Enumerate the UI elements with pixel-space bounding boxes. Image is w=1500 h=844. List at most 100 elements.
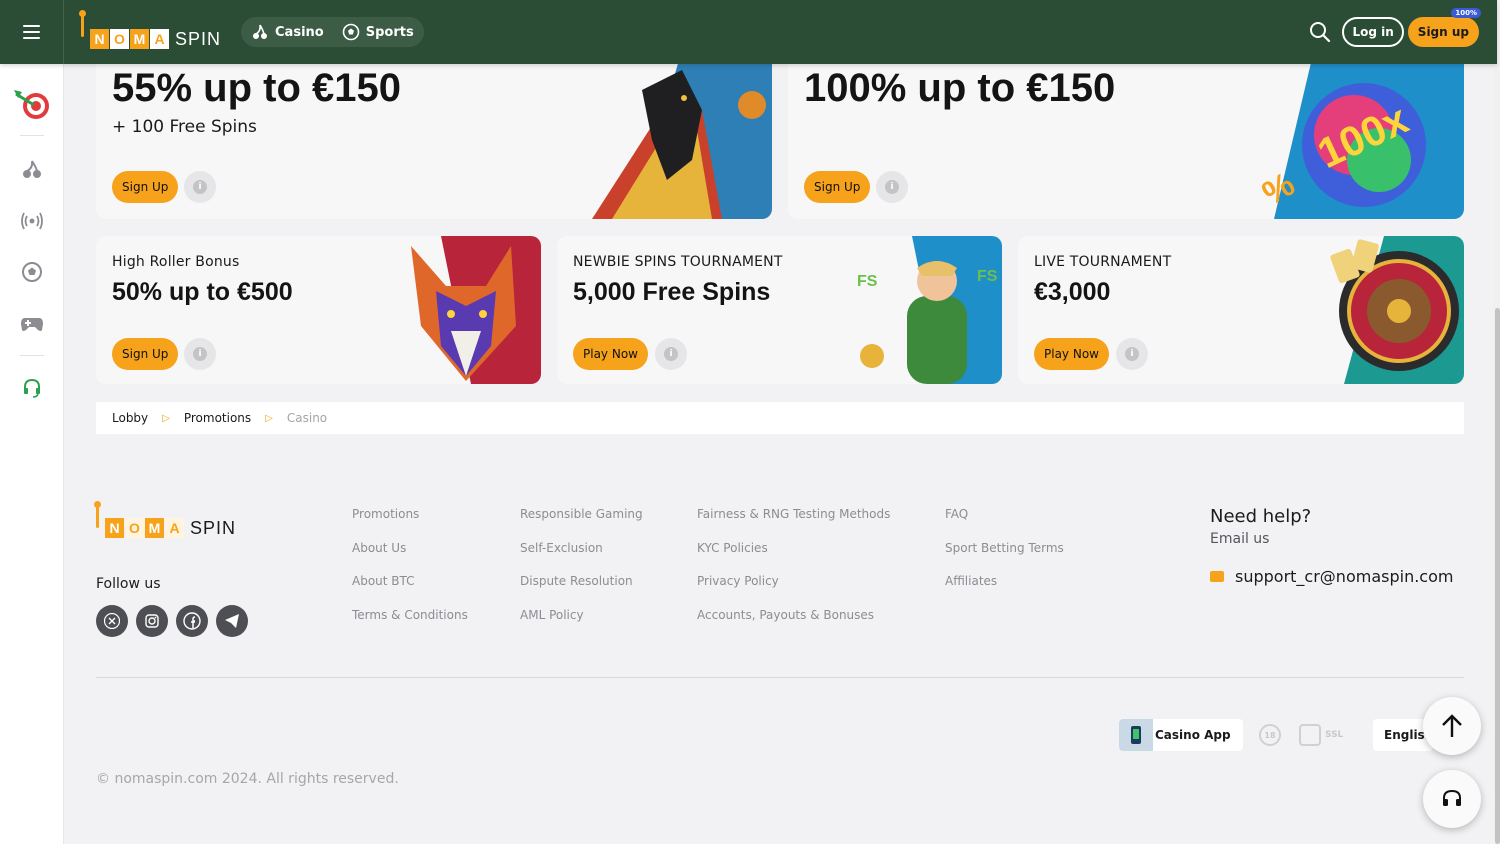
nav-sports-label: Sports (365, 24, 414, 40)
promo-title: 5,000 Free Spins (573, 278, 771, 306)
gamepad-icon (21, 318, 43, 331)
breadcrumb-casino: Casino (286, 411, 328, 425)
help-title: Need help? (1210, 506, 1312, 527)
footer-link[interactable]: FAQ (945, 506, 1064, 540)
info-icon: i (193, 180, 207, 194)
menu-button[interactable] (0, 0, 64, 64)
info-button[interactable]: i (184, 171, 216, 203)
promo-card[interactable]: LIVE TOURNAMENT €3,000 Play Now i (1018, 236, 1464, 384)
footer-column: Promotions About Us About BTC Terms & Co… (352, 506, 468, 640)
signup-button[interactable]: Sign up 100% (1407, 8, 1481, 47)
footer-link[interactable]: Terms & Conditions (352, 607, 468, 641)
sidebar-item-live[interactable] (0, 210, 64, 232)
sidebar-item-support[interactable] (0, 378, 64, 398)
info-icon: i (664, 347, 678, 361)
info-icon: i (1125, 347, 1139, 361)
casino-app-button[interactable]: Casino App (1119, 719, 1243, 751)
footer-link[interactable]: Dispute Resolution (520, 573, 643, 607)
footer-link[interactable]: Affiliates (945, 573, 1064, 607)
logo-letter: N (90, 29, 109, 49)
breadcrumb: Lobby ▷ Promotions ▷ Casino (96, 402, 1464, 434)
nav-casino[interactable]: Casino (251, 23, 324, 41)
breadcrumb-separator-icon: ▷ (265, 412, 273, 424)
telegram-link[interactable] (216, 605, 248, 637)
page-scrollbar[interactable] (1494, 64, 1500, 844)
footer-column: FAQ Sport Betting Terms Affiliates (945, 506, 1064, 607)
arrow-up-icon (1442, 714, 1462, 737)
info-button[interactable]: i (1116, 338, 1148, 370)
footer-link[interactable]: About BTC (352, 573, 468, 607)
footer-link[interactable]: Privacy Policy (697, 573, 890, 607)
footer-link[interactable]: Promotions (352, 506, 468, 540)
sidebar-item-games[interactable] (0, 314, 64, 334)
promo-card[interactable]: High Roller Bonus 50% up to €500 Sign Up… (96, 236, 541, 384)
footer-link[interactable]: Fairness & RNG Testing Methods (697, 506, 890, 540)
promo-title: €3,000 (1034, 278, 1111, 306)
play-now-button[interactable]: Play Now (1034, 338, 1109, 370)
logo-letter: O (125, 518, 144, 538)
sign-up-button[interactable]: Sign Up (112, 171, 179, 203)
info-icon: i (193, 347, 207, 361)
sidebar-item-promotions[interactable] (0, 86, 64, 122)
footer-logo[interactable]: N O M A SPIN (94, 501, 236, 538)
headset-icon (24, 378, 40, 398)
social-links (96, 605, 256, 637)
sidebar-item-sports[interactable] (0, 261, 64, 283)
instagram-link[interactable] (136, 605, 168, 637)
logo-word: SPIN (175, 29, 222, 49)
search-button[interactable] (1308, 20, 1332, 44)
x-link[interactable] (96, 605, 128, 637)
play-now-button[interactable]: Play Now (573, 338, 648, 370)
login-button[interactable]: Log in (1342, 17, 1404, 47)
support-email-link[interactable]: support_cr@nomaspin.com (1210, 567, 1453, 586)
copyright: © nomaspin.com 2024. All rights reserved… (96, 771, 399, 787)
help-subtitle: Email us (1210, 531, 1270, 547)
promo-label: High Roller Bonus (112, 254, 240, 270)
sign-up-button[interactable]: Sign Up (804, 171, 871, 203)
footer-link[interactable]: Responsible Gaming (520, 506, 643, 540)
footer-link[interactable]: About Us (352, 540, 468, 574)
promo-title: 50% up to €500 (112, 278, 293, 306)
promo-card[interactable]: 100x % 100% up to €150 Sign Up i (788, 50, 1464, 219)
logo-letter: M (130, 29, 149, 49)
footer-link[interactable]: Sport Betting Terms (945, 540, 1064, 574)
info-button[interactable]: i (184, 338, 216, 370)
footer-link[interactable]: AML Policy (520, 607, 643, 641)
footer-link[interactable]: Self-Exclusion (520, 540, 643, 574)
footer-divider (96, 677, 1464, 678)
search-icon (1310, 22, 1331, 43)
promo-card[interactable]: FS FS NEWBIE SPINS TOURNAMENT 5,000 Free… (557, 236, 1002, 384)
footer-link[interactable]: KYC Policies (697, 540, 890, 574)
telegram-icon (225, 614, 239, 628)
scroll-to-top-button[interactable] (1423, 697, 1481, 755)
support-chat-button[interactable] (1423, 770, 1481, 828)
site-logo[interactable]: N O M A SPIN (79, 10, 222, 49)
promo-title: 55% up to €150 (112, 66, 402, 110)
follow-us-label: Follow us (96, 576, 161, 592)
casino-app-label: Casino App (1155, 728, 1231, 742)
promo-subtitle: + 100 Free Spins (112, 117, 257, 137)
sign-up-button[interactable]: Sign Up (112, 338, 179, 370)
target-darts-icon (14, 90, 49, 119)
promo-title: 100% up to €150 (804, 66, 1116, 110)
info-button[interactable]: i (876, 171, 908, 203)
logo-letter: N (105, 518, 124, 538)
left-sidebar (0, 64, 64, 844)
promo-card[interactable]: 55% up to €150 + 100 Free Spins Sign Up … (96, 50, 772, 219)
footer-column: Responsible Gaming Self-Exclusion Disput… (520, 506, 643, 640)
footer-link[interactable]: Accounts, Payouts & Bonuses (697, 607, 890, 641)
info-button[interactable]: i (655, 338, 687, 370)
breadcrumb-lobby[interactable]: Lobby (112, 411, 148, 425)
facebook-link[interactable] (176, 605, 208, 637)
instagram-icon (145, 614, 159, 628)
anubis-illustration (572, 50, 772, 219)
breadcrumb-promotions[interactable]: Promotions (184, 411, 251, 425)
age-18-badge: 18 (1259, 724, 1281, 746)
lock-icon (1299, 724, 1321, 746)
info-icon: i (885, 180, 899, 194)
sidebar-item-casino[interactable] (0, 158, 64, 180)
roulette-illustration (1324, 236, 1464, 384)
promo-label: LIVE TOURNAMENT (1034, 254, 1172, 270)
nav-sports[interactable]: Sports (342, 23, 414, 41)
scrollbar-thumb[interactable] (1495, 308, 1500, 844)
